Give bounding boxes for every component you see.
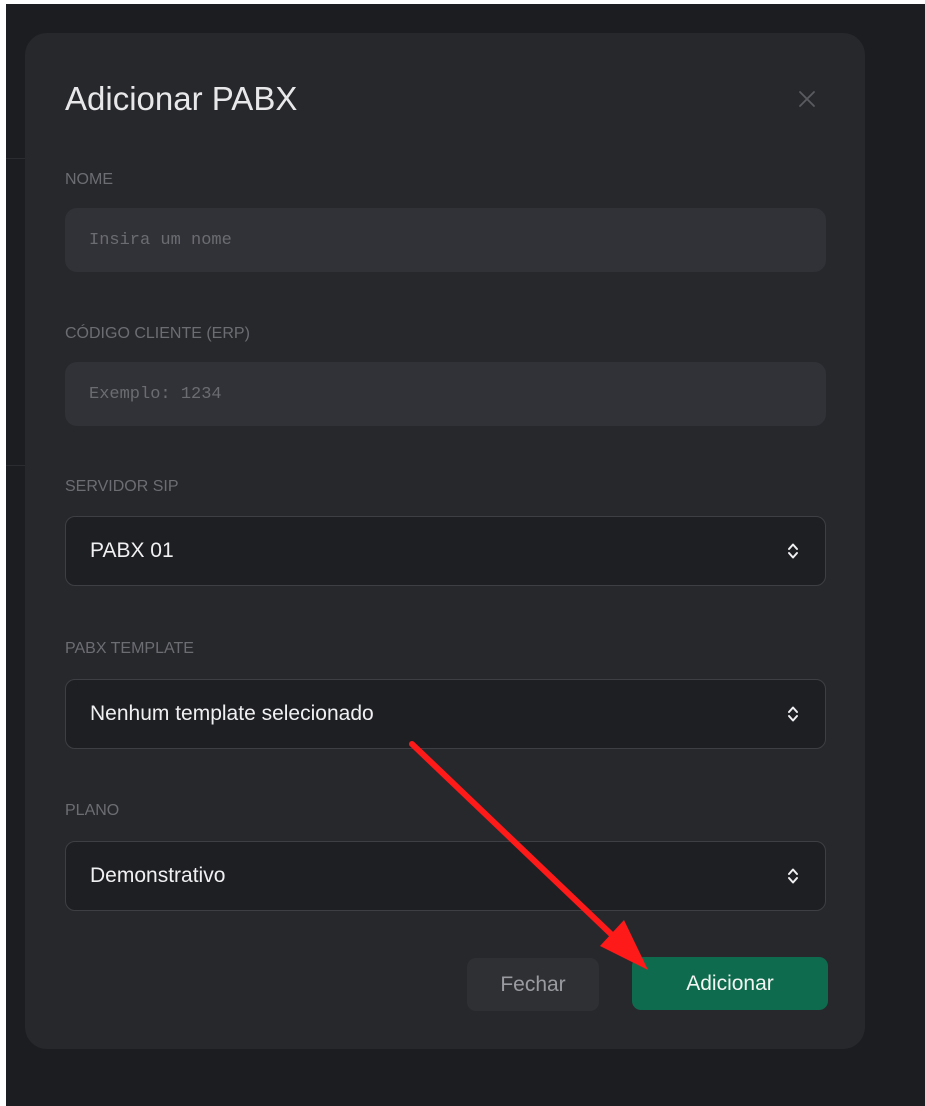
chevron-up-down-icon <box>785 539 801 563</box>
fechar-button[interactable]: Fechar <box>467 958 599 1011</box>
chevron-up-down-icon <box>785 864 801 888</box>
close-icon <box>799 91 815 107</box>
pabx-template-label: PABX TEMPLATE <box>65 640 194 657</box>
codigo-cliente-label: CÓDIGO CLIENTE (ERP) <box>65 325 250 342</box>
plano-label: PLANO <box>65 802 120 819</box>
adicionar-button[interactable]: Adicionar <box>632 957 828 1010</box>
background-divider <box>6 158 26 159</box>
plano-select[interactable]: Demonstrativo <box>65 841 826 911</box>
nome-label: NOME <box>65 171 113 188</box>
servidor-sip-value: PABX 01 <box>90 539 174 562</box>
background-divider <box>6 465 26 466</box>
modal-title: Adicionar PABX <box>65 80 298 117</box>
pabx-template-value: Nenhum template selecionado <box>90 702 374 725</box>
codigo-cliente-input[interactable] <box>65 362 826 426</box>
plano-value: Demonstrativo <box>90 864 226 887</box>
close-button[interactable] <box>791 83 823 115</box>
add-pabx-modal: Adicionar PABX NOME CÓDIGO CLIENTE (ERP)… <box>25 33 865 1049</box>
servidor-sip-label: SERVIDOR SIP <box>65 478 179 495</box>
servidor-sip-select[interactable]: PABX 01 <box>65 516 826 586</box>
chevron-up-down-icon <box>785 702 801 726</box>
pabx-template-select[interactable]: Nenhum template selecionado <box>65 679 826 749</box>
nome-input[interactable] <box>65 208 826 272</box>
